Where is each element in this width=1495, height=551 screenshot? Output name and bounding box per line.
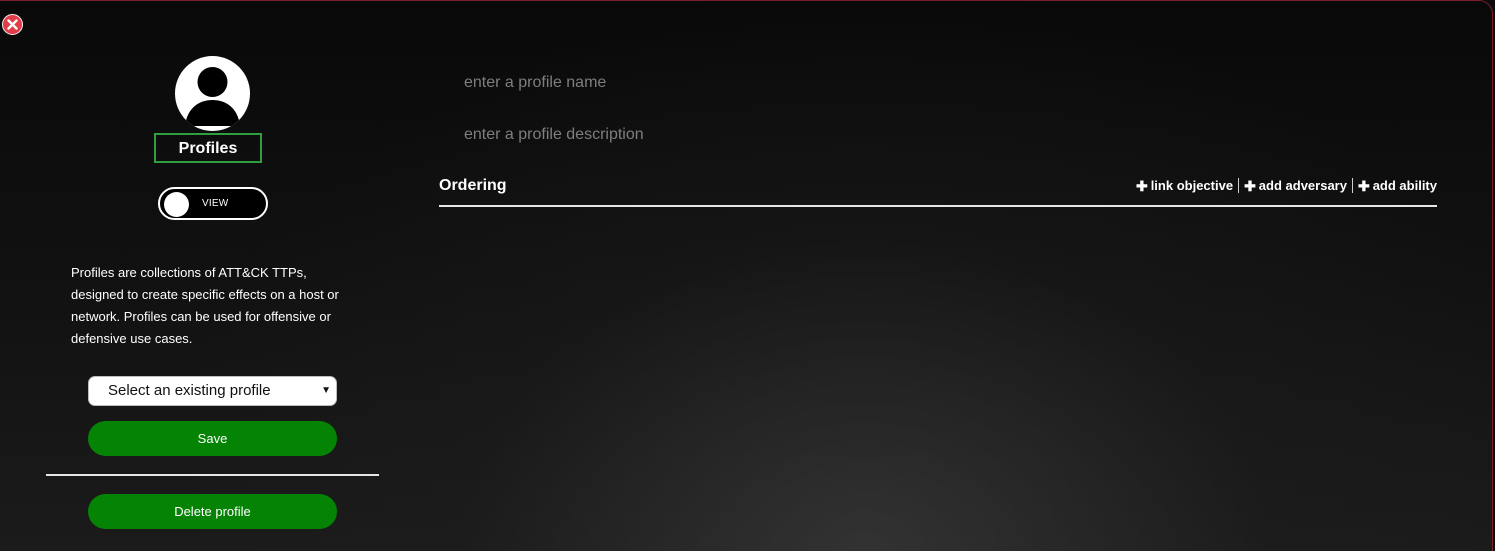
plus-icon: ✚ (1357, 177, 1370, 194)
action-separator (1351, 178, 1353, 193)
close-icon[interactable] (2, 14, 23, 35)
add-ability-button[interactable]: ✚ add ability (1358, 178, 1437, 193)
view-toggle[interactable]: VIEW (158, 187, 268, 220)
page-title: Profiles (154, 133, 262, 163)
add-adversary-button[interactable]: ✚ add adversary (1244, 178, 1347, 193)
action-separator (1238, 178, 1240, 193)
ordering-title: Ordering (439, 177, 507, 194)
sidebar-divider (46, 474, 379, 476)
add-adversary-label: add adversary (1258, 178, 1347, 193)
profile-select-value: Select an existing profile (108, 382, 271, 399)
link-objective-button[interactable]: ✚ link objective (1136, 178, 1233, 193)
profile-description-input[interactable] (464, 125, 1064, 145)
profiles-panel: Profiles VIEW Profiles are collections o… (0, 0, 1493, 551)
add-ability-label: add ability (1372, 178, 1437, 193)
toggle-label: VIEW (202, 198, 229, 209)
caret-down-icon: ▼ (321, 385, 331, 396)
profile-select[interactable]: Select an existing profile ▼ (88, 376, 337, 406)
plus-icon: ✚ (1135, 177, 1148, 194)
toggle-knob (164, 192, 189, 217)
delete-profile-button[interactable]: Delete profile (88, 494, 337, 529)
profiles-description: Profiles are collections of ATT&CK TTPs,… (71, 265, 339, 346)
save-button[interactable]: Save (88, 421, 337, 456)
profile-name-input[interactable] (464, 73, 1064, 93)
ordering-actions: ✚ link objective ✚ add adversary ✚ add a… (1136, 178, 1437, 193)
ordering-header: Ordering ✚ link objective ✚ add adversar… (439, 175, 1437, 207)
user-silhouette-icon (175, 56, 250, 131)
plus-icon: ✚ (1244, 177, 1256, 194)
link-objective-label: link objective (1150, 178, 1234, 193)
